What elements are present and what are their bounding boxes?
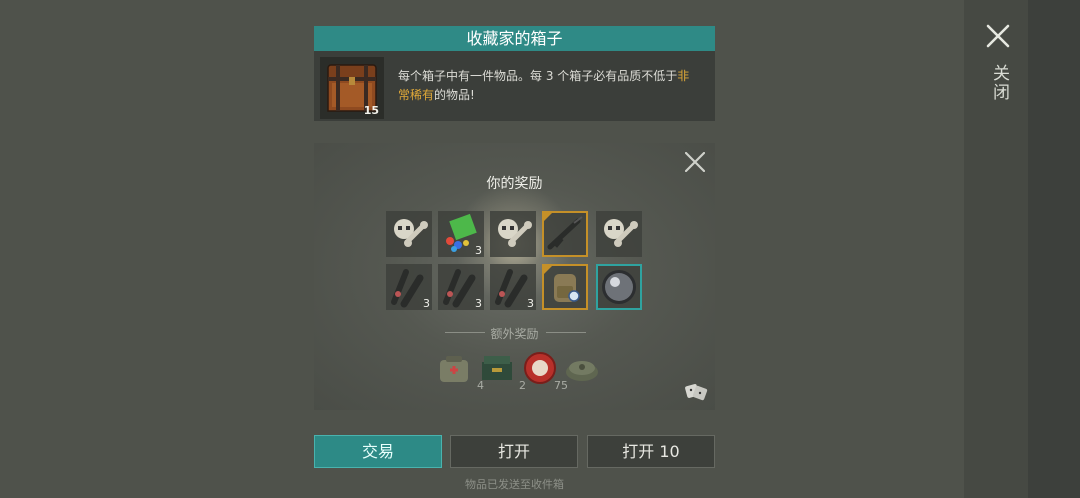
trade-button[interactable]: 交易 — [314, 435, 442, 468]
lens-icon[interactable] — [596, 264, 642, 310]
inbox-notice: 物品已发送至收件箱 — [465, 478, 564, 491]
open-10-button[interactable]: 打开 10 — [587, 435, 715, 468]
close-icon[interactable] — [986, 24, 1010, 48]
gems-book-icon[interactable]: 3 — [438, 211, 484, 257]
reward-panel: 你的奖励 3 3 3 3 额外奖励 4 2 75 — [314, 143, 715, 410]
skull-bone-icon[interactable] — [596, 211, 642, 257]
bonus-label: 额外奖励 — [490, 327, 539, 341]
desc-text-1: 每个箱子中有一件物品。每 3 个箱子必有品质不低于 — [398, 69, 678, 83]
chest-description: 每个箱子中有一件物品。每 3 个箱子必有品质不低于非常稀有的物品! — [398, 67, 698, 105]
bonus-divider-right — [546, 332, 586, 333]
chest-title: 收藏家的箱子 — [314, 26, 715, 51]
scope-parts-icon[interactable]: 3 — [386, 264, 432, 310]
chest-icon: 15 — [320, 57, 384, 119]
scope-parts-icon[interactable]: 3 — [490, 264, 536, 310]
skull-bone-icon[interactable] — [490, 211, 536, 257]
reward-close-icon[interactable] — [684, 151, 706, 173]
ammo-crate-icon[interactable]: 2 — [478, 348, 526, 392]
chest-info-panel: 收藏家的箱子 15 每个箱子中有一件物品。每 3 个箱子必有品质不低于非常稀有的… — [314, 26, 715, 121]
skull-bone-icon[interactable] — [386, 211, 432, 257]
dice-icon[interactable] — [684, 379, 708, 403]
backpack-icon[interactable] — [542, 264, 588, 310]
rifle-icon[interactable] — [542, 211, 588, 257]
bottle-cap-icon[interactable]: 75 — [520, 348, 568, 392]
desc-text-2: 的物品! — [434, 88, 475, 102]
side-strip — [964, 0, 1080, 498]
close-label[interactable]: 关闭 — [987, 64, 1009, 102]
medkit-bag-icon[interactable]: 4 — [436, 348, 484, 392]
reward-title: 你的奖励 — [486, 176, 543, 192]
chest-count: 15 — [363, 104, 379, 117]
scope-parts-icon[interactable]: 3 — [438, 264, 484, 310]
open-button[interactable]: 打开 — [450, 435, 578, 468]
landmine-icon[interactable] — [562, 348, 602, 388]
